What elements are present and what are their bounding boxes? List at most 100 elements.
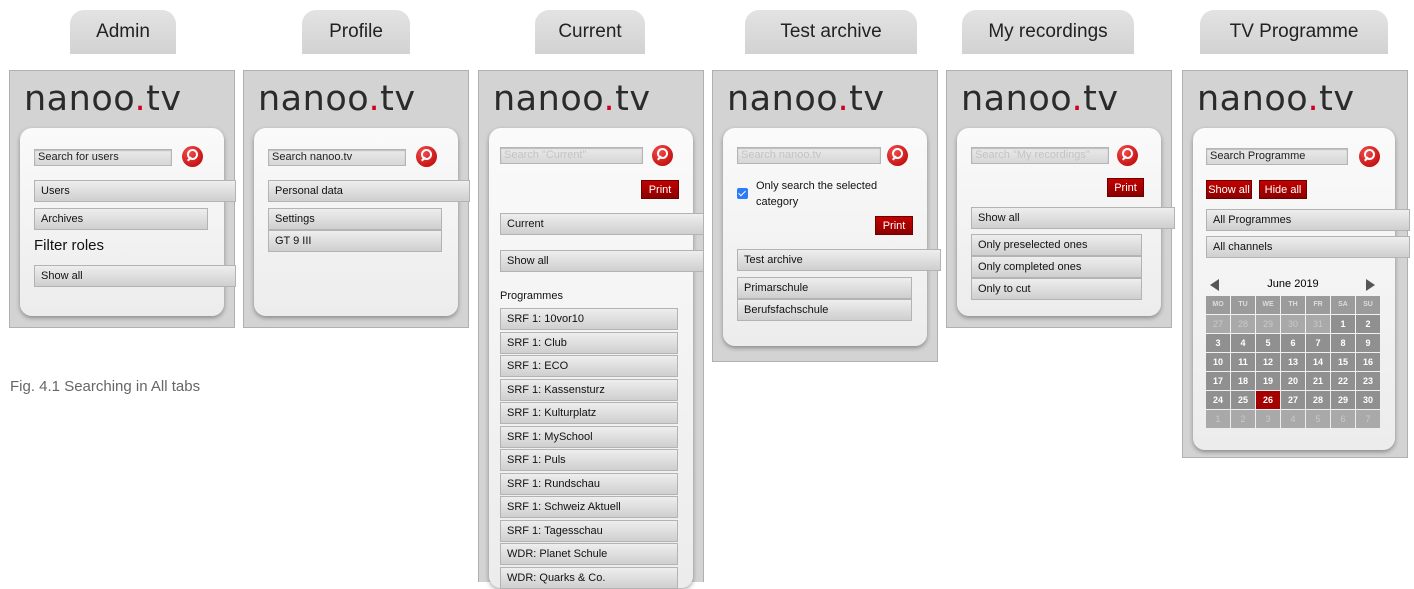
calendar-day[interactable]: 20 [1281, 372, 1305, 390]
programme-item[interactable]: SRF 1: Kassensturz [500, 378, 678, 401]
search-icon[interactable] [1117, 145, 1138, 166]
programme-item[interactable]: SRF 1: Club [500, 331, 678, 354]
calendar-day[interactable]: 7 [1306, 334, 1330, 352]
programme-item[interactable]: WDR: Planet Schule [500, 543, 678, 565]
profile-menu-personal-data[interactable]: Personal data [268, 180, 470, 202]
print-button[interactable]: Print [641, 180, 679, 199]
search-icon[interactable] [1359, 146, 1380, 167]
programme-item[interactable]: WDR: Quarks & Co. [500, 566, 678, 589]
calendar-day[interactable]: 22 [1331, 372, 1355, 390]
programme-item[interactable]: SRF 1: MySchool [500, 425, 678, 448]
calendar-day[interactable]: 13 [1281, 353, 1305, 371]
calendar-day[interactable]: 10 [1206, 353, 1230, 371]
tab-admin[interactable]: Admin [70, 10, 176, 54]
calendar-day[interactable]: 15 [1331, 353, 1355, 371]
calendar-day[interactable]: 16 [1356, 353, 1380, 371]
calendar-day[interactable]: 8 [1331, 334, 1355, 352]
calendar-day[interactable]: 3 [1256, 410, 1280, 428]
calendar-day[interactable]: 26 [1256, 391, 1280, 409]
calendar-day[interactable]: 18 [1231, 372, 1255, 390]
profile-menu-group[interactable]: GT 9 III [268, 230, 442, 252]
calendar-day[interactable]: 23 [1356, 372, 1380, 390]
hide-all-button[interactable]: Hide all [1259, 180, 1307, 199]
print-button[interactable]: Print [1107, 178, 1144, 197]
calendar-day[interactable]: 9 [1356, 334, 1380, 352]
calendar-day[interactable]: 6 [1281, 334, 1305, 352]
tab-current[interactable]: Current [535, 10, 645, 54]
calendar-day[interactable]: 1 [1331, 315, 1355, 333]
calendar-month: June 2019 [1267, 278, 1319, 290]
user-search-input[interactable]: Search for users [34, 149, 172, 166]
calendar-day[interactable]: 4 [1281, 410, 1305, 428]
calendar-day[interactable]: 14 [1306, 353, 1330, 371]
calendar-day[interactable]: 25 [1231, 391, 1255, 409]
programme-item[interactable]: SRF 1: Rundschau [500, 472, 678, 495]
calendar-day[interactable]: 19 [1256, 372, 1280, 390]
calendar-day[interactable]: 24 [1206, 391, 1230, 409]
archive-search-input[interactable]: Search nanoo.tv [737, 147, 881, 164]
calendar-day[interactable]: 4 [1231, 334, 1255, 352]
tab-my-recordings[interactable]: My recordings [962, 10, 1134, 54]
archive-primarschule[interactable]: Primarschule [737, 277, 912, 299]
print-button[interactable]: Print [875, 216, 913, 235]
calendar-day[interactable]: 27 [1281, 391, 1305, 409]
show-all-button[interactable]: Show all [1206, 180, 1252, 199]
filter-show-all[interactable]: Show all [500, 250, 704, 272]
admin-menu-archives[interactable]: Archives [34, 208, 208, 230]
calendar-day[interactable]: 17 [1206, 372, 1230, 390]
programme-item[interactable]: SRF 1: ECO [500, 355, 678, 377]
archive-test-archive[interactable]: Test archive [737, 249, 941, 271]
admin-menu-users[interactable]: Users [34, 180, 236, 202]
calendar-day[interactable]: 1 [1206, 410, 1230, 428]
programme-search-input[interactable]: Search Programme [1206, 148, 1348, 165]
all-programmes-filter[interactable]: All Programmes [1206, 209, 1410, 231]
calendar-day[interactable]: 5 [1306, 410, 1330, 428]
programme-item[interactable]: SRF 1: Puls [500, 449, 678, 471]
calendar-day[interactable]: 5 [1256, 334, 1280, 352]
profile-menu-settings[interactable]: Settings [268, 208, 442, 230]
recordings-show-all[interactable]: Show all [971, 207, 1175, 229]
recordings-only-completed[interactable]: Only completed ones [971, 256, 1142, 278]
calendar-day[interactable]: 11 [1231, 353, 1255, 371]
filter-roles-show-all[interactable]: Show all [34, 265, 236, 287]
search-icon[interactable] [416, 146, 437, 167]
recordings-only-preselected[interactable]: Only preselected ones [971, 234, 1142, 256]
current-search-input[interactable]: Search "Current" [500, 147, 643, 164]
search-icon[interactable] [887, 145, 908, 166]
calendar-day[interactable]: 27 [1206, 315, 1230, 333]
tab-tv-programme[interactable]: TV Programme [1200, 10, 1388, 54]
programme-item[interactable]: SRF 1: Tagesschau [500, 519, 678, 542]
calendar-day[interactable]: 3 [1206, 334, 1230, 352]
recordings-only-to-cut[interactable]: Only to cut [971, 278, 1142, 300]
calendar-day[interactable]: 12 [1256, 353, 1280, 371]
calendar-day[interactable]: 30 [1281, 315, 1305, 333]
category-current[interactable]: Current [500, 213, 704, 235]
recordings-search-input[interactable]: Search "My recordings" [971, 147, 1109, 164]
calendar-day[interactable]: 28 [1306, 391, 1330, 409]
next-month-icon[interactable] [1366, 279, 1375, 291]
site-search-input[interactable]: Search nanoo.tv [268, 149, 406, 166]
calendar-day[interactable]: 6 [1331, 410, 1355, 428]
calendar-day[interactable]: 21 [1306, 372, 1330, 390]
tab-profile[interactable]: Profile [302, 10, 410, 54]
calendar-day[interactable]: 30 [1356, 391, 1380, 409]
calendar-day[interactable]: 28 [1231, 315, 1255, 333]
calendar-day[interactable]: 29 [1331, 391, 1355, 409]
calendar-day[interactable]: 2 [1231, 410, 1255, 428]
calendar-day[interactable]: 29 [1256, 315, 1280, 333]
archive-card: Search nanoo.tv Only search the selected… [723, 128, 941, 346]
programme-item[interactable]: SRF 1: Kulturplatz [500, 402, 678, 424]
search-icon[interactable] [182, 146, 203, 167]
calendar-day[interactable]: 2 [1356, 315, 1380, 333]
search-icon[interactable] [652, 145, 673, 166]
programme-item[interactable]: SRF 1: Schweiz Aktuell [500, 496, 678, 518]
programme-item[interactable]: SRF 1: 10vor10 [500, 308, 678, 330]
all-channels-filter[interactable]: All channels [1206, 236, 1410, 258]
recordings-panel: nanoo.tv Search "My recordings" Print Sh… [946, 70, 1175, 328]
calendar-day[interactable]: 7 [1356, 410, 1380, 428]
calendar-day[interactable]: 31 [1306, 315, 1330, 333]
tab-test-archive[interactable]: Test archive [745, 10, 917, 54]
selected-category-checkbox[interactable] [737, 188, 748, 199]
archive-berufsfachschule[interactable]: Berufsfachschule [737, 299, 912, 321]
weekday-label: WE [1256, 296, 1280, 314]
